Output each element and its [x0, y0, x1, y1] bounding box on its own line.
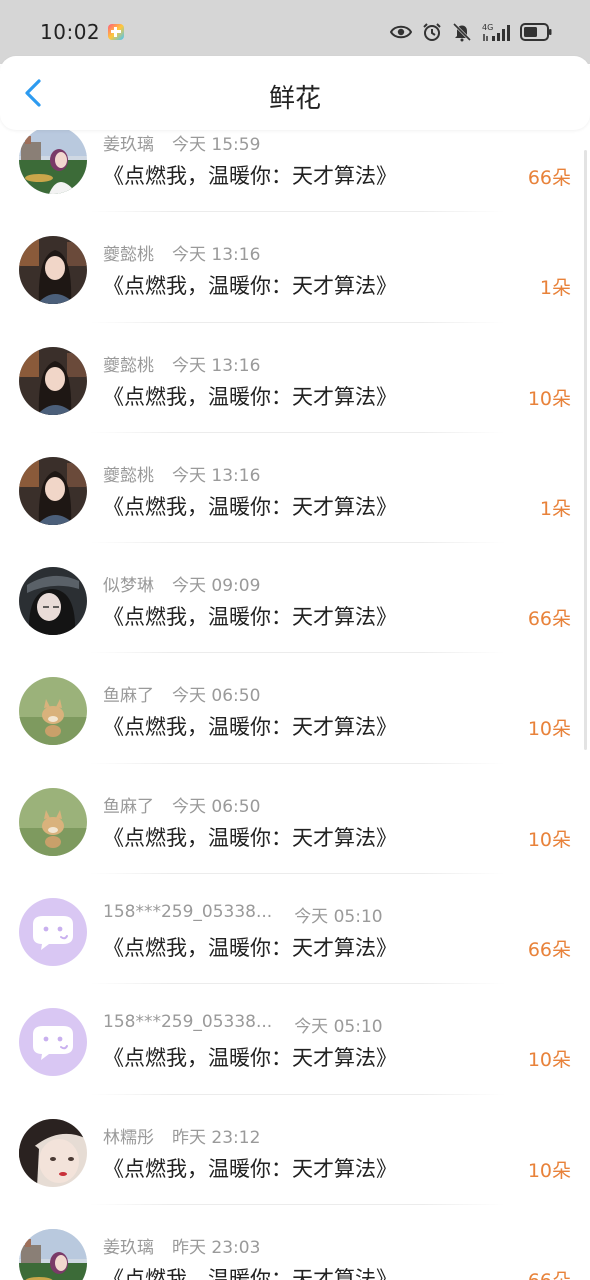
flower-count: 10朵 — [527, 387, 571, 410]
flower-count: 66朵 — [528, 1266, 571, 1280]
avatar-castle-girl[interactable] — [19, 1228, 87, 1280]
name-line: 似梦琳 今天 09:09 — [103, 571, 260, 596]
list-item[interactable]: 鱼麻了 今天 06:50 《点燃我，温暖你：天才算法》 10朵 — [0, 653, 590, 764]
book-title[interactable]: 《点燃我，温暖你：天才算法》 — [103, 932, 397, 962]
avatar-long-hair-girl[interactable] — [19, 456, 87, 525]
alarm-icon — [423, 23, 441, 41]
list-item[interactable]: 林糯彤 昨天 23:12 《点燃我，温暖你：天才算法》 10朵 — [0, 1095, 590, 1205]
book-title[interactable]: 《点燃我，温暖你：天才算法》 — [103, 711, 397, 741]
name-line: 姜玖璃 今天 15:59 — [103, 130, 260, 155]
name-line: 158***259_05338... 今天 05:10 — [103, 902, 383, 927]
status-left: 10:02 — [40, 20, 125, 44]
book-title[interactable]: 《点燃我，温暖你：天才算法》 — [103, 1153, 397, 1183]
flower-count: 10朵 — [527, 718, 571, 741]
flower-count: 10朵 — [527, 828, 571, 851]
list-item[interactable]: 鱼麻了 今天 06:50 《点燃我，温暖你：天才算法》 10朵 — [0, 764, 590, 875]
list-item[interactable]: 158***259_05338... 今天 05:10 《点燃我，温暖你：天才算… — [0, 874, 590, 985]
flower-count: 66朵 — [527, 167, 571, 189]
timestamp: 今天 09:09 — [172, 576, 261, 597]
avatar-shiba-dog[interactable] — [19, 677, 87, 746]
name-line: 夔懿桃 今天 13:16 — [103, 240, 260, 265]
book-title[interactable]: 《点燃我，温暖你：天才算法》 — [103, 491, 397, 521]
timestamp: 今天 15:59 — [172, 135, 261, 155]
name-line: 林糯彤 昨天 23:12 — [103, 1123, 260, 1148]
name-line: 夔懿桃 今天 13:16 — [103, 351, 260, 376]
book-title[interactable]: 《点燃我，温暖你：天才算法》 — [103, 160, 397, 190]
flower-count: 1朵 — [539, 277, 571, 300]
book-title[interactable]: 《点燃我，温暖你：天才算法》 — [103, 601, 397, 631]
avatar-default-chat[interactable] — [19, 898, 87, 967]
sender-name[interactable]: 姜玖璃 — [103, 130, 154, 155]
sender-name[interactable]: 夔懿桃 — [103, 240, 154, 265]
list-inner: 姜玖璃 今天 15:59 《点燃我，温暖你：天才算法》 66朵 夔懿桃 今天 1… — [0, 126, 590, 1280]
flower-count: 1朵 — [539, 497, 571, 520]
book-title[interactable]: 《点燃我，温暖你：天才算法》 — [103, 1042, 397, 1072]
app-badge-icon — [108, 24, 125, 40]
avatar-castle-girl[interactable] — [19, 126, 87, 194]
4g-signal-icon: 4G — [482, 23, 510, 41]
timestamp: 今天 05:10 — [294, 907, 383, 928]
app-header: 鲜花 — [0, 56, 590, 130]
avatar-hat-girl[interactable] — [19, 567, 87, 636]
sender-name[interactable]: 夔懿桃 — [103, 461, 154, 486]
timestamp: 今天 13:16 — [172, 355, 261, 376]
list-item[interactable]: 姜玖璃 昨天 23:03 《点燃我，温暖你：天才算法》 66朵 — [0, 1205, 590, 1280]
battery-icon — [520, 23, 552, 41]
network-label: 4G — [482, 23, 493, 32]
sender-name[interactable]: 158***259_05338... — [103, 902, 272, 927]
sender-name[interactable]: 鱼麻了 — [103, 681, 154, 706]
timestamp: 今天 05:10 — [294, 1017, 383, 1038]
status-icons: 4G — [390, 22, 552, 42]
scrollbar[interactable] — [584, 150, 587, 750]
name-line: 158***259_05338... 今天 05:10 — [103, 1012, 383, 1037]
sender-name[interactable]: 林糯彤 — [103, 1123, 154, 1148]
status-time: 10:02 — [40, 20, 101, 44]
book-title[interactable]: 《点燃我，温暖你：天才算法》 — [103, 270, 397, 300]
sender-name[interactable]: 158***259_05338... — [103, 1012, 272, 1037]
page-title: 鲜花 — [268, 84, 321, 114]
flower-gift-list[interactable]: 姜玖璃 今天 15:59 《点燃我，温暖你：天才算法》 66朵 夔懿桃 今天 1… — [0, 126, 590, 1280]
mute-bell-icon — [452, 22, 472, 42]
status-bar: 10:02 4G — [0, 0, 590, 64]
list-item[interactable]: 夔懿桃 今天 13:16 《点燃我，温暖你：天才算法》 1朵 — [0, 433, 590, 544]
list-item[interactable]: 姜玖璃 今天 15:59 《点燃我，温暖你：天才算法》 66朵 — [0, 126, 590, 213]
name-line: 鱼麻了 今天 06:50 — [103, 681, 260, 706]
list-item[interactable]: 夔懿桃 今天 13:16 《点燃我，温暖你：天才算法》 1朵 — [0, 212, 590, 323]
timestamp: 今天 13:16 — [172, 245, 261, 266]
flower-count: 66朵 — [527, 608, 571, 631]
avatar-long-hair-girl[interactable] — [19, 346, 87, 415]
book-title[interactable]: 《点燃我，温暖你：天才算法》 — [103, 1263, 397, 1280]
timestamp: 昨天 23:12 — [172, 1127, 261, 1148]
name-line: 鱼麻了 今天 06:50 — [103, 792, 260, 817]
timestamp: 今天 06:50 — [172, 796, 261, 817]
list-item[interactable]: 似梦琳 今天 09:09 《点燃我，温暖你：天才算法》 66朵 — [0, 543, 590, 654]
book-title[interactable]: 《点燃我，温暖你：天才算法》 — [103, 822, 397, 852]
name-line: 姜玖璃 昨天 23:03 — [103, 1233, 260, 1258]
timestamp: 今天 13:16 — [172, 465, 261, 486]
sender-name[interactable]: 姜玖璃 — [103, 1233, 154, 1258]
timestamp: 今天 06:50 — [172, 686, 261, 707]
list-item[interactable]: 158***259_05338... 今天 05:10 《点燃我，温暖你：天才算… — [0, 984, 590, 1095]
sender-name[interactable]: 似梦琳 — [103, 571, 154, 596]
flower-count: 10朵 — [527, 1049, 571, 1072]
eye-icon — [390, 25, 412, 39]
avatar-long-hair-girl[interactable] — [19, 236, 87, 305]
sender-name[interactable]: 夔懿桃 — [103, 351, 154, 376]
avatar-closeup-girl[interactable] — [19, 1118, 87, 1187]
name-line: 夔懿桃 今天 13:16 — [103, 461, 260, 486]
flower-count: 10朵 — [527, 1159, 571, 1182]
book-title[interactable]: 《点燃我，温暖你：天才算法》 — [103, 381, 397, 411]
avatar-shiba-dog[interactable] — [19, 787, 87, 856]
list-item[interactable]: 夔懿桃 今天 13:16 《点燃我，温暖你：天才算法》 10朵 — [0, 323, 590, 433]
sender-name[interactable]: 鱼麻了 — [103, 792, 154, 817]
avatar-default-chat[interactable] — [19, 1008, 87, 1077]
timestamp: 昨天 23:03 — [172, 1237, 261, 1258]
flower-count: 66朵 — [527, 939, 571, 962]
